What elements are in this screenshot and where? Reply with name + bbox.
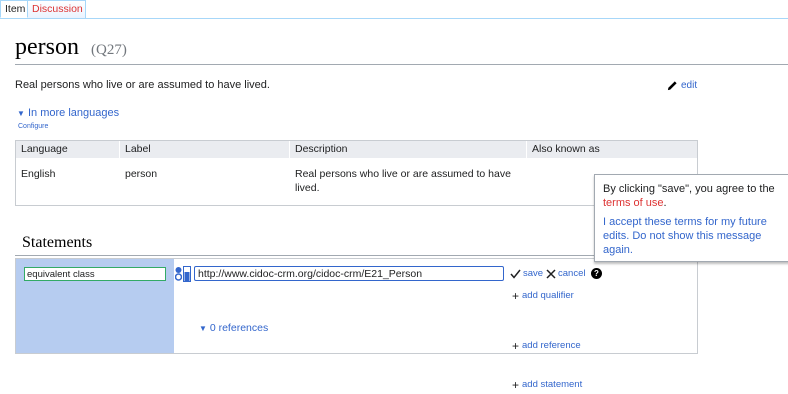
snak-type-icon [175, 267, 182, 281]
plus-icon: + [512, 288, 520, 303]
add-reference-button[interactable]: + add reference [512, 338, 581, 353]
pencil-icon [667, 81, 677, 91]
terms-of-use-link[interactable]: terms of use [603, 197, 664, 209]
help-icon[interactable]: ? [591, 268, 602, 279]
row-label: person [125, 168, 158, 180]
configure-link[interactable]: Configure [18, 123, 48, 130]
cancel-button[interactable]: cancel [546, 268, 585, 279]
caret-down-icon: ▼ [17, 109, 25, 118]
edit-button[interactable]: edit [667, 80, 697, 91]
row-description: Real persons who live or are assumed to … [295, 168, 511, 194]
plus-icon: + [512, 377, 520, 392]
tab-item[interactable]: Item [0, 0, 28, 18]
statements-heading: Statements [22, 234, 93, 251]
header-divider [289, 141, 290, 158]
header-label: Label [125, 143, 151, 155]
header-divider [526, 141, 527, 158]
property-input[interactable] [24, 267, 166, 281]
tooltip-period: . [663, 197, 667, 209]
add-statement-button[interactable]: + add statement [512, 377, 583, 392]
entity-description: Real persons who live or are assumed to … [15, 79, 270, 91]
header-divider [119, 141, 120, 158]
close-icon [546, 268, 556, 279]
value-input[interactable] [194, 266, 504, 281]
plus-icon: + [512, 338, 520, 353]
snak-type-selector[interactable] [175, 266, 191, 282]
edit-label: edit [681, 80, 698, 91]
cancel-label: cancel [558, 268, 586, 279]
add-reference-label: add reference [522, 340, 581, 351]
more-languages-label: In more languages [27, 107, 120, 119]
title-divider [15, 64, 788, 65]
save-button[interactable]: save [510, 268, 543, 279]
add-qualifier-label: add qualifier [522, 290, 574, 301]
page-title: person [15, 34, 79, 60]
entity-id: (Q27) [91, 42, 127, 58]
more-languages-toggle[interactable]: ▼ In more languages [17, 107, 119, 119]
accept-terms-link[interactable]: I accept these terms for my future edits… [603, 215, 785, 257]
header-language: Language [21, 143, 68, 155]
add-qualifier-button[interactable]: + add qualifier [512, 288, 574, 303]
header-aliases: Also known as [532, 143, 600, 155]
terms-tooltip: By clicking "save", you agree to the ter… [594, 174, 788, 262]
tooltip-text: By clicking "save", you agree to the [603, 183, 775, 195]
references-label: 0 references [209, 322, 269, 334]
save-label: save [523, 268, 544, 279]
tab-discussion[interactable]: Discussion [28, 0, 86, 18]
row-language: English [21, 168, 56, 180]
header-description: Description [295, 143, 348, 155]
add-statement-label: add statement [522, 379, 583, 390]
references-toggle[interactable]: ▼ 0 references [199, 322, 268, 334]
page-tabs: Item Discussion [0, 0, 788, 19]
check-icon [510, 269, 521, 279]
rank-selector-icon [183, 266, 191, 282]
language-table-header: Language Label Description Also known as [16, 141, 697, 158]
caret-down-icon: ▼ [199, 324, 207, 333]
